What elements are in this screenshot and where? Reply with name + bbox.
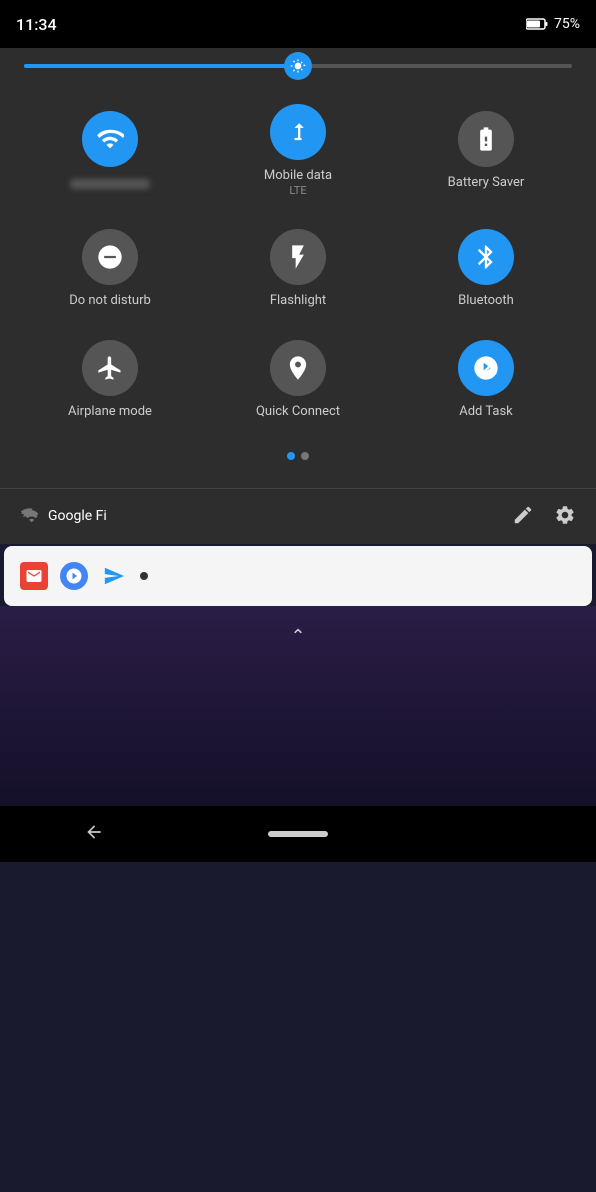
gmail-notif-icon [20, 562, 48, 590]
bluetooth-icon [472, 243, 500, 271]
brightness-fill [24, 64, 298, 68]
notif-dot [140, 572, 148, 580]
tile-battery-saver[interactable]: Battery Saver [396, 92, 576, 209]
battery-saver-icon-circle [458, 111, 514, 167]
quick-settings-panel: Mobile data LTE Battery Saver Do not dis… [0, 48, 596, 488]
quick-connect-icon-circle [270, 340, 326, 396]
tile-add-task[interactable]: Add Task [396, 328, 576, 432]
tile-mobile-data[interactable]: Mobile data LTE [208, 92, 388, 209]
back-icon [84, 822, 104, 842]
battery-percent: 75% [554, 16, 580, 32]
mobile-data-label: Mobile data [264, 168, 332, 184]
airplane-label: Airplane mode [68, 404, 152, 420]
add-task-icon-circle [458, 340, 514, 396]
brightness-icon [290, 58, 306, 74]
page-dot-1 [287, 452, 295, 460]
page-indicators [20, 452, 576, 460]
tile-wifi[interactable] [20, 92, 200, 209]
brightness-slider[interactable] [24, 64, 572, 68]
tasks-icon [65, 567, 83, 585]
carrier-name: Google Fi [48, 508, 512, 524]
app-drawer-handle[interactable]: ⌃ [290, 626, 305, 647]
gmail-icon [25, 567, 43, 585]
status-bar: 11:34 75% [0, 0, 596, 48]
flashlight-icon-circle [270, 229, 326, 285]
edit-icon [512, 504, 534, 526]
battery-icon [526, 18, 548, 30]
tile-quick-connect[interactable]: Quick Connect [208, 328, 388, 432]
bluetooth-label: Bluetooth [458, 293, 514, 309]
tasks-notif-icon [60, 562, 88, 590]
tiles-grid: Mobile data LTE Battery Saver Do not dis… [20, 92, 576, 432]
dnd-label: Do not disturb [69, 293, 151, 309]
add-task-icon [472, 354, 500, 382]
dnd-icon-circle [82, 229, 138, 285]
bottom-actions [512, 504, 576, 529]
bottom-bar: Google Fi [0, 488, 596, 544]
quick-connect-label: Quick Connect [256, 404, 340, 420]
quick-connect-icon [284, 354, 312, 382]
airplane-icon [96, 354, 124, 382]
brightness-thumb[interactable] [284, 52, 312, 80]
mobile-data-icon-circle [270, 104, 326, 160]
tile-flashlight[interactable]: Flashlight [208, 217, 388, 321]
airplane-icon-circle [82, 340, 138, 396]
tile-airplane[interactable]: Airplane mode [20, 328, 200, 432]
mobile-data-sublabel: LTE [289, 184, 306, 197]
add-task-label: Add Task [459, 404, 513, 420]
wifi-label-blur [70, 179, 150, 189]
page-dot-2 [301, 452, 309, 460]
send-icon [103, 565, 125, 587]
settings-icon [554, 504, 576, 526]
mobile-data-icon [284, 118, 312, 146]
flashlight-label: Flashlight [270, 293, 326, 309]
app-drawer-area: ⌃ [0, 606, 596, 806]
flashlight-icon [284, 243, 312, 271]
bluetooth-icon-circle [458, 229, 514, 285]
status-right: 75% [526, 16, 580, 32]
brightness-row[interactable] [20, 64, 576, 68]
send-notif-icon [100, 562, 128, 590]
edit-button[interactable] [512, 504, 534, 529]
tile-dnd[interactable]: Do not disturb [20, 217, 200, 321]
battery-saver-icon [472, 125, 500, 153]
home-pill[interactable] [268, 831, 328, 837]
wifi-icon-circle [82, 111, 138, 167]
tile-bluetooth[interactable]: Bluetooth [396, 217, 576, 321]
battery-saver-label: Battery Saver [448, 175, 525, 191]
notification-row[interactable] [4, 546, 592, 606]
signal-icon [20, 504, 40, 528]
status-time: 11:34 [16, 15, 57, 34]
settings-button[interactable] [554, 504, 576, 529]
dnd-icon [96, 243, 124, 271]
wifi-icon [96, 125, 124, 153]
back-button[interactable] [80, 818, 108, 849]
nav-bar [0, 806, 596, 862]
